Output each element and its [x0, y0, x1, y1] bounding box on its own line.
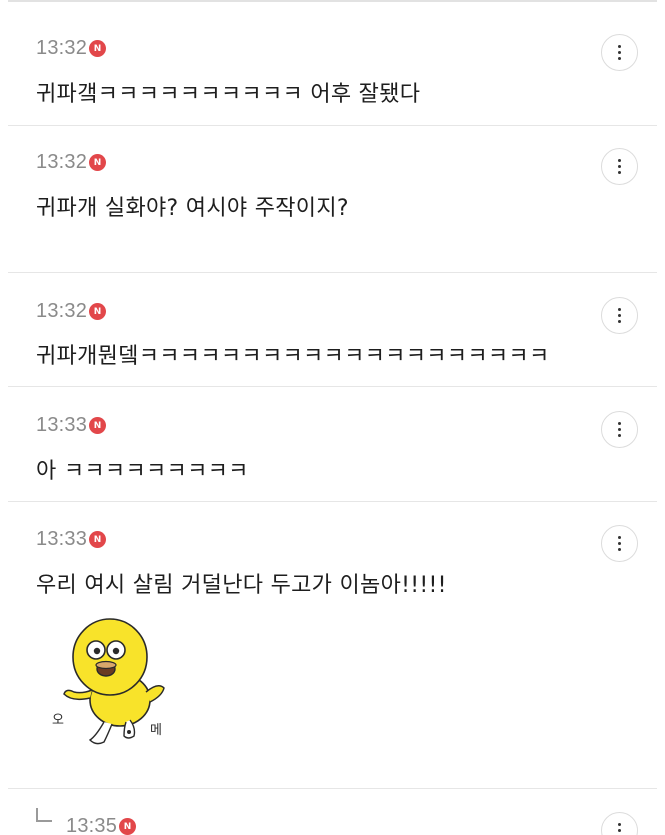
more-options-button[interactable] [601, 148, 638, 185]
more-vertical-icon [618, 45, 621, 48]
more-options-button[interactable] [601, 297, 638, 334]
more-vertical-icon [618, 308, 621, 311]
new-badge-icon: N [89, 154, 107, 171]
comment-meta: 13:32 N [36, 300, 107, 323]
more-vertical-icon [618, 823, 621, 826]
comment-text: 귀파갴ㅋㅋㅋㅋㅋㅋㅋㅋㅋㅋ 어후 잘됐다 [36, 82, 421, 107]
comment-meta: 13:33 N [36, 414, 107, 437]
divider [8, 125, 657, 126]
comment-text: 귀파개뭔뎈ㅋㅋㅋㅋㅋㅋㅋㅋㅋㅋㅋㅋㅋㅋㅋㅋㅋㅋㅋㅋ [36, 344, 550, 369]
divider [8, 501, 657, 502]
more-options-button[interactable] [601, 411, 638, 448]
divider [8, 386, 657, 387]
comment-text: 귀파개 실화야? 여시야 주작이지? [36, 196, 349, 221]
comment-time: 13:35 [66, 815, 118, 835]
more-vertical-icon [618, 159, 621, 162]
sticker-text: 메 [150, 723, 162, 738]
new-badge-icon: N [89, 531, 107, 548]
duck-sticker-image: 오 메 [52, 618, 165, 745]
comment-text: 아 ㅋㅋㅋㅋㅋㅋㅋㅋㅋ [36, 459, 249, 484]
comment-time: 13:32 [36, 300, 88, 322]
comment-meta: 13:32 N [36, 151, 107, 174]
more-vertical-icon [618, 536, 621, 539]
comment-time: 13:32 [36, 151, 88, 173]
comment-meta: 13:32 N [36, 37, 107, 60]
divider [8, 788, 657, 789]
new-badge-icon: N [89, 40, 107, 57]
comment-text: 우리 여시 살림 거덜난다 두고가 이놈아!!!!! [36, 573, 447, 598]
comment-time: 13:33 [36, 528, 88, 550]
sticker-text: 오 [52, 713, 64, 728]
reply-arrow-icon [36, 808, 52, 822]
more-options-button[interactable] [601, 34, 638, 71]
comment-meta: 13:33 N [36, 528, 107, 551]
new-badge-icon: N [89, 303, 107, 320]
more-vertical-icon [618, 422, 621, 425]
comment-meta: 13:35 N [66, 815, 137, 835]
more-options-button[interactable] [601, 525, 638, 562]
top-divider [8, 0, 657, 2]
comment-time: 13:33 [36, 414, 88, 436]
comment-time: 13:32 [36, 37, 88, 59]
more-options-button[interactable] [601, 812, 638, 835]
new-badge-icon: N [119, 818, 137, 835]
new-badge-icon: N [89, 417, 107, 434]
divider [8, 272, 657, 273]
